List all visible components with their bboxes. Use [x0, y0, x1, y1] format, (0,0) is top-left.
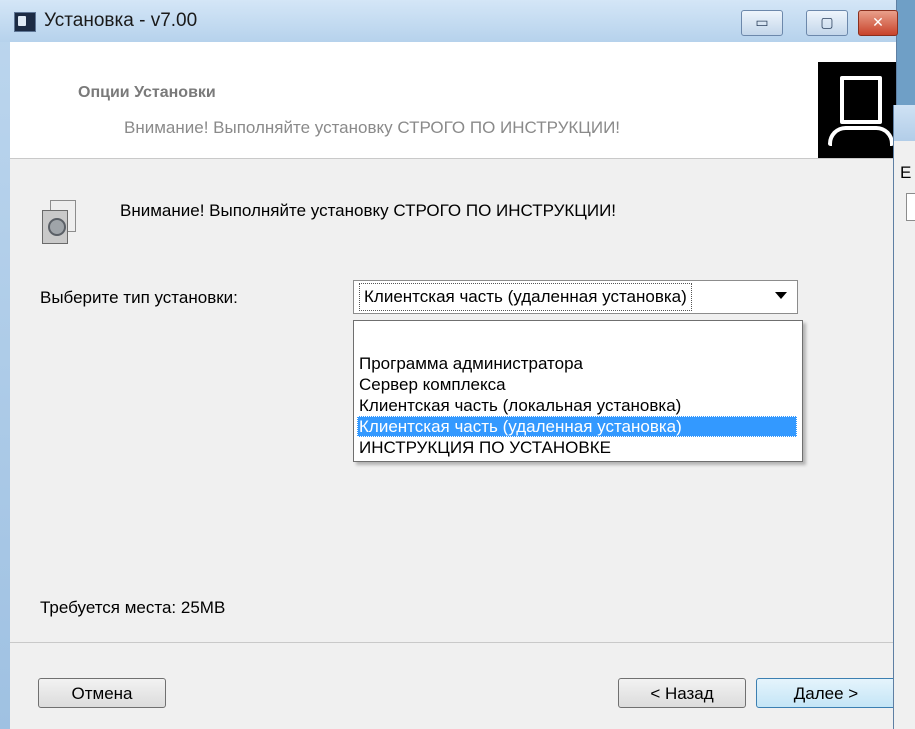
option-client-local[interactable]: Клиентская часть (локальная установка) — [357, 395, 797, 416]
app-icon — [14, 12, 36, 32]
background-window-control[interactable] — [906, 193, 915, 221]
cancel-button[interactable]: Отмена — [38, 678, 166, 708]
title-bar[interactable]: Установка - v7.00 ▭ ▢ ✕ — [0, 0, 898, 42]
page-subtitle: Внимание! Выполняйте установку СТРОГО ПО… — [124, 118, 621, 137]
background-window[interactable]: E — [893, 105, 915, 729]
wizard-content: Опции Установки Внимание! Выполняйте уст… — [10, 42, 896, 729]
install-type-value: Клиентская часть (удаленная установка) — [359, 283, 692, 311]
option-instructions[interactable]: ИНСТРУКЦИЯ ПО УСТАНОВКЕ — [357, 437, 797, 458]
install-type-select[interactable]: Клиентская часть (удаленная установка) — [353, 280, 798, 314]
disk-space-required: Требуется места: 25MB — [40, 598, 226, 617]
installer-window: Установка - v7.00 ▭ ▢ ✕ Опции Установки … — [0, 0, 898, 729]
monitor-shape — [840, 76, 882, 124]
background-window-titlebar[interactable] — [894, 105, 915, 141]
close-button[interactable]: ✕ — [858, 10, 898, 36]
back-button[interactable]: < Назад — [618, 678, 746, 708]
warning-text: Внимание! Выполняйте установку СТРОГО ПО… — [120, 201, 617, 220]
maximize-button[interactable]: ▢ — [806, 10, 848, 36]
minimize-button[interactable]: ▭ — [741, 10, 783, 36]
page-title: Опции Установки — [78, 84, 216, 101]
install-type-dropdown-list[interactable]: Программа администратора Сервер комплекс… — [353, 320, 803, 462]
background-window-text: E — [900, 163, 912, 182]
wizard-header: Опции Установки Внимание! Выполняйте уст… — [10, 42, 896, 159]
option-client-remote[interactable]: Клиентская часть (удаленная установка) — [357, 416, 797, 437]
computer-setup-icon — [818, 62, 896, 158]
cd-tray-shape — [828, 126, 894, 146]
install-type-label: Выберите тип установки: — [40, 288, 238, 307]
option-admin-program[interactable]: Программа администратора — [357, 353, 797, 374]
install-package-icon — [42, 200, 78, 244]
option-server[interactable]: Сервер комплекса — [357, 374, 797, 395]
window-title: Установка - v7.00 — [44, 10, 198, 31]
chevron-down-icon[interactable] — [775, 292, 787, 299]
footer-divider — [10, 642, 896, 643]
next-button[interactable]: Далее > — [756, 678, 896, 708]
